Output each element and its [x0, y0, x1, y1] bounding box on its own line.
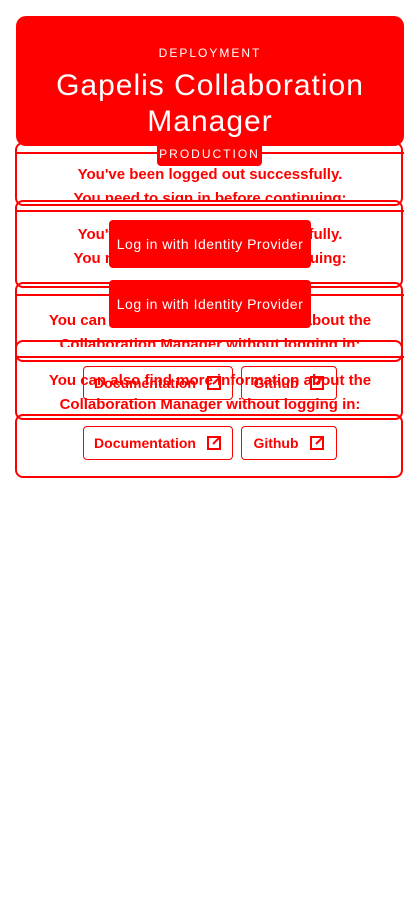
documentation-label: Documentation	[94, 435, 196, 451]
login-identity-provider-button[interactable]: Log in with Identity Provider	[109, 220, 311, 268]
documentation-button[interactable]: Documentation	[83, 426, 233, 460]
divider	[16, 356, 404, 358]
logged-out-message: You've been logged out successfully.	[77, 166, 343, 183]
more-info-message-line2-clipped: Collaboration Manager without logging in…	[59, 336, 361, 347]
external-link-icon	[206, 436, 221, 450]
divider	[16, 210, 404, 212]
more-info-message-line1-repeat: You can also find more information about…	[48, 372, 372, 389]
login-identity-provider-button-repeat[interactable]: Log in with Identity Provider	[109, 280, 311, 328]
sign-in-message-clipped: You need to sign in before continuing:	[73, 190, 347, 201]
app-title: Gapelis Collaboration Manager	[56, 69, 364, 138]
app-header: DEPLOYMENT Gapelis Collaboration Manager	[16, 16, 404, 146]
deployment-label: DEPLOYMENT	[158, 46, 262, 60]
external-link-icon	[309, 436, 324, 450]
github-button[interactable]: Github	[241, 426, 337, 460]
github-label: Github	[253, 435, 299, 451]
more-info-message-line2: Collaboration Manager without logging in…	[59, 396, 361, 413]
